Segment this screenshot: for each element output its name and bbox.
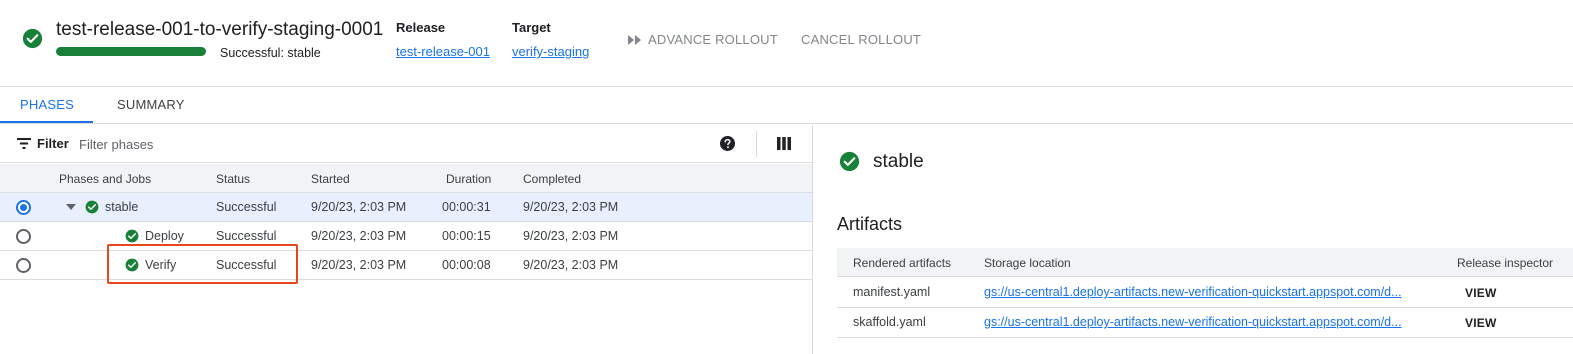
caret-down-icon[interactable] bbox=[66, 204, 76, 210]
row-select-radio[interactable] bbox=[16, 200, 31, 215]
phase-completed: 9/20/23, 2:03 PM bbox=[523, 200, 619, 214]
job-started: 9/20/23, 2:03 PM bbox=[311, 258, 407, 272]
row-select-radio[interactable] bbox=[16, 229, 31, 244]
columns-icon[interactable] bbox=[777, 137, 791, 150]
release-label: Release bbox=[396, 20, 446, 35]
tab-phases[interactable]: PHASES bbox=[20, 97, 74, 112]
artifacts-table-header: Rendered artifacts Storage location Rele… bbox=[837, 248, 1573, 277]
highlight-annotation-box bbox=[107, 244, 298, 284]
rollout-progress-bar bbox=[56, 47, 206, 56]
artifact-name: skaffold.yaml bbox=[853, 315, 926, 329]
cancel-rollout-label: CANCEL ROLLOUT bbox=[801, 32, 922, 47]
phase-name: stable bbox=[105, 200, 139, 214]
phase-detail-panel: stable Artifacts Rendered artifacts Stor… bbox=[814, 125, 1573, 354]
tab-summary[interactable]: SUMMARY bbox=[117, 97, 185, 112]
help-icon[interactable] bbox=[720, 136, 735, 151]
table-row: skaffold.yaml gs://us-central1.deploy-ar… bbox=[837, 308, 1573, 338]
artifact-name: manifest.yaml bbox=[853, 285, 931, 299]
filter-bar: Filter bbox=[0, 125, 812, 163]
phases-panel: Filter Phases and Jobs Status Started Du… bbox=[0, 125, 813, 354]
column-header-duration[interactable]: Duration bbox=[446, 172, 491, 186]
toolbar-divider bbox=[756, 131, 757, 157]
release-link[interactable]: test-release-001 bbox=[396, 44, 490, 59]
column-header-release-inspector: Release inspector bbox=[1457, 256, 1554, 270]
column-header-status[interactable]: Status bbox=[216, 172, 250, 186]
filter-phases-input[interactable] bbox=[79, 133, 379, 155]
check-circle-icon bbox=[125, 229, 139, 243]
table-row: manifest.yaml gs://us-central1.deploy-ar… bbox=[837, 278, 1573, 308]
storage-location-link[interactable]: gs://us-central1.deploy-artifacts.new-ve… bbox=[984, 315, 1426, 329]
advance-rollout-label: ADVANCE ROLLOUT bbox=[648, 32, 778, 47]
phases-table-header: Phases and Jobs Status Started Duration … bbox=[0, 164, 812, 193]
advance-rollout-button[interactable]: ADVANCE ROLLOUT bbox=[628, 32, 778, 47]
target-label: Target bbox=[512, 20, 551, 35]
job-name: Deploy bbox=[145, 229, 184, 243]
check-circle-icon bbox=[85, 200, 99, 214]
job-completed: 9/20/23, 2:03 PM bbox=[523, 258, 619, 272]
fast-forward-icon bbox=[628, 34, 641, 45]
table-row[interactable]: stable Successful 9/20/23, 2:03 PM 00:00… bbox=[0, 193, 812, 222]
storage-location-link[interactable]: gs://us-central1.deploy-artifacts.new-ve… bbox=[984, 285, 1426, 299]
artifacts-heading: Artifacts bbox=[837, 214, 903, 234]
rollout-header: test-release-001-to-verify-staging-0001 … bbox=[0, 0, 1573, 87]
target-link[interactable]: verify-staging bbox=[512, 44, 589, 59]
phase-status: Successful bbox=[216, 200, 277, 214]
rollout-status: Successful: stable bbox=[220, 46, 321, 60]
column-header-completed[interactable]: Completed bbox=[523, 172, 581, 186]
job-status: Successful bbox=[216, 229, 277, 243]
view-button[interactable]: VIEW bbox=[1465, 286, 1496, 300]
filter-icon[interactable] bbox=[17, 138, 31, 149]
cancel-rollout-button[interactable]: CANCEL ROLLOUT bbox=[801, 32, 921, 47]
rollout-title: test-release-001-to-verify-staging-0001 bbox=[56, 19, 384, 40]
phase-started: 9/20/23, 2:03 PM bbox=[311, 200, 407, 214]
job-completed: 9/20/23, 2:03 PM bbox=[523, 229, 619, 243]
check-circle-icon bbox=[839, 151, 860, 172]
phase-duration: 00:00:31 bbox=[442, 200, 491, 214]
job-started: 9/20/23, 2:03 PM bbox=[311, 229, 407, 243]
active-tab-indicator bbox=[0, 121, 93, 123]
job-duration: 00:00:15 bbox=[442, 229, 491, 243]
job-duration: 00:00:08 bbox=[442, 258, 491, 272]
column-header-started[interactable]: Started bbox=[311, 172, 350, 186]
filter-label[interactable]: Filter bbox=[37, 136, 69, 151]
phase-detail-title: stable bbox=[873, 151, 924, 172]
tab-bar: PHASES SUMMARY bbox=[0, 88, 1573, 124]
column-header-phases[interactable]: Phases and Jobs bbox=[59, 172, 151, 186]
column-header-rendered-artifacts: Rendered artifacts bbox=[853, 256, 952, 270]
check-circle-icon bbox=[22, 28, 43, 49]
column-header-storage-location: Storage location bbox=[984, 256, 1071, 270]
view-button[interactable]: VIEW bbox=[1465, 316, 1496, 330]
row-select-radio[interactable] bbox=[16, 258, 31, 273]
